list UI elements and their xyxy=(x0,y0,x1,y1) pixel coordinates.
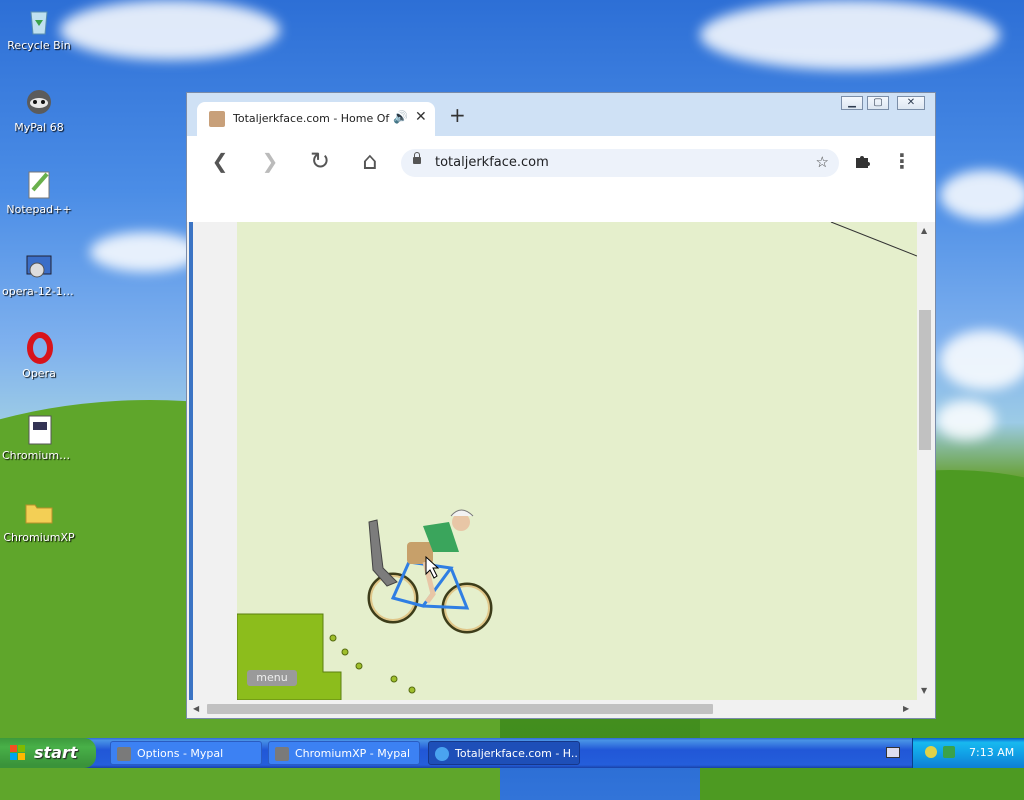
mypal-icon xyxy=(275,747,289,761)
recycle-bin-icon xyxy=(23,4,55,36)
scroll-down-icon[interactable]: ▼ xyxy=(921,686,927,695)
game-rope-line xyxy=(830,222,917,257)
taskbar-item-totaljerkface[interactable]: Totaljerkface.com - H... xyxy=(428,741,580,765)
document-icon xyxy=(23,414,55,446)
tab-totaljerkface[interactable]: Totaljerkface.com - Home Of Happy Wheels… xyxy=(197,102,435,136)
vertical-scrollbar[interactable] xyxy=(918,222,933,700)
game-platform xyxy=(237,613,342,700)
mypal-icon xyxy=(117,747,131,761)
tab-close-button[interactable]: ✕ xyxy=(415,109,427,125)
bookmark-star-icon[interactable]: ☆ xyxy=(816,153,829,171)
maximize-button[interactable]: ▢ xyxy=(867,96,889,110)
clock[interactable]: 7:13 AM xyxy=(969,746,1014,759)
puzzle-icon[interactable] xyxy=(847,146,877,176)
start-label: start xyxy=(34,743,78,762)
opera-icon xyxy=(23,332,55,364)
taskbar: start Options - Mypal ChromiumXP - Mypal… xyxy=(0,738,1024,768)
browser-toolbar: ❮ ❯ ↻ ⌂ totaljerkface.com ☆ ⋮ xyxy=(187,136,935,223)
installer-icon xyxy=(23,250,55,282)
taskbar-item-chromiumxp-mypal[interactable]: ChromiumXP - Mypal xyxy=(268,741,420,765)
horizontal-scroll-thumb[interactable] xyxy=(207,704,713,714)
vertical-scroll-thumb[interactable] xyxy=(919,310,931,450)
home-button[interactable]: ⌂ xyxy=(355,146,385,176)
desktop-icon-chromiumxp-folder[interactable]: ChromiumXP xyxy=(2,496,76,544)
chromium-icon xyxy=(435,747,449,761)
scroll-left-icon[interactable]: ◀ xyxy=(193,704,199,713)
system-tray: 7:13 AM xyxy=(912,738,1024,768)
browser-window: ▁ ▢ ✕ Totaljerkface.com - Home Of Happy … xyxy=(186,92,936,719)
minimize-button[interactable]: ▁ xyxy=(841,96,863,110)
new-tab-button[interactable]: + xyxy=(449,105,466,125)
desktop-icon-notepad-plus-plus[interactable]: Notepad++ xyxy=(2,168,76,216)
address-bar[interactable]: totaljerkface.com ☆ xyxy=(401,149,839,177)
scroll-right-icon[interactable]: ▶ xyxy=(903,704,909,713)
reload-button[interactable]: ↻ xyxy=(305,146,335,176)
lock-icon xyxy=(413,152,421,164)
start-button[interactable]: start xyxy=(0,738,96,768)
tab-strip: ▁ ▢ ✕ Totaljerkface.com - Home Of Happy … xyxy=(187,93,935,136)
page-viewport: menu ▲ ▼ ◀ ▶ xyxy=(187,222,935,718)
url-text[interactable]: totaljerkface.com xyxy=(435,155,549,170)
page-left-accent xyxy=(189,222,193,700)
close-window-button[interactable]: ✕ xyxy=(897,96,925,110)
speaker-icon[interactable]: 🔊 xyxy=(393,110,408,124)
game-dots xyxy=(329,634,416,694)
tray-app-icon[interactable] xyxy=(925,746,937,758)
tab-title: Totaljerkface.com - Home Of Happy Wheels xyxy=(233,112,393,125)
favicon-icon xyxy=(209,111,225,127)
desktop-icon-recycle-bin[interactable]: Recycle Bin xyxy=(2,4,76,52)
game-canvas[interactable]: menu xyxy=(237,222,917,700)
desktop-icon-opera-installer[interactable]: opera-12-14... xyxy=(2,250,76,298)
scroll-up-icon[interactable]: ▲ xyxy=(921,226,927,235)
browser-menu-button[interactable]: ⋮ xyxy=(887,146,917,176)
notepad-plus-plus-icon xyxy=(23,168,55,200)
game-scene xyxy=(237,222,917,700)
keyboard-icon[interactable] xyxy=(886,747,900,758)
mypal-icon xyxy=(23,86,55,118)
back-button[interactable]: ❮ xyxy=(205,146,235,176)
tray-network-icon[interactable] xyxy=(943,746,955,758)
taskbar-item-options-mypal[interactable]: Options - Mypal xyxy=(110,741,262,765)
desktop-icon-mypal[interactable]: MyPal 68 xyxy=(2,86,76,134)
windows-flag-icon xyxy=(10,745,25,760)
game-menu-button[interactable]: menu xyxy=(247,670,297,686)
forward-button[interactable]: ❯ xyxy=(255,146,285,176)
desktop-icon-opera[interactable]: Opera xyxy=(2,332,76,380)
desktop-icon-chromiumxp-file[interactable]: ChromiumXP... xyxy=(2,414,76,462)
folder-icon xyxy=(23,496,55,528)
